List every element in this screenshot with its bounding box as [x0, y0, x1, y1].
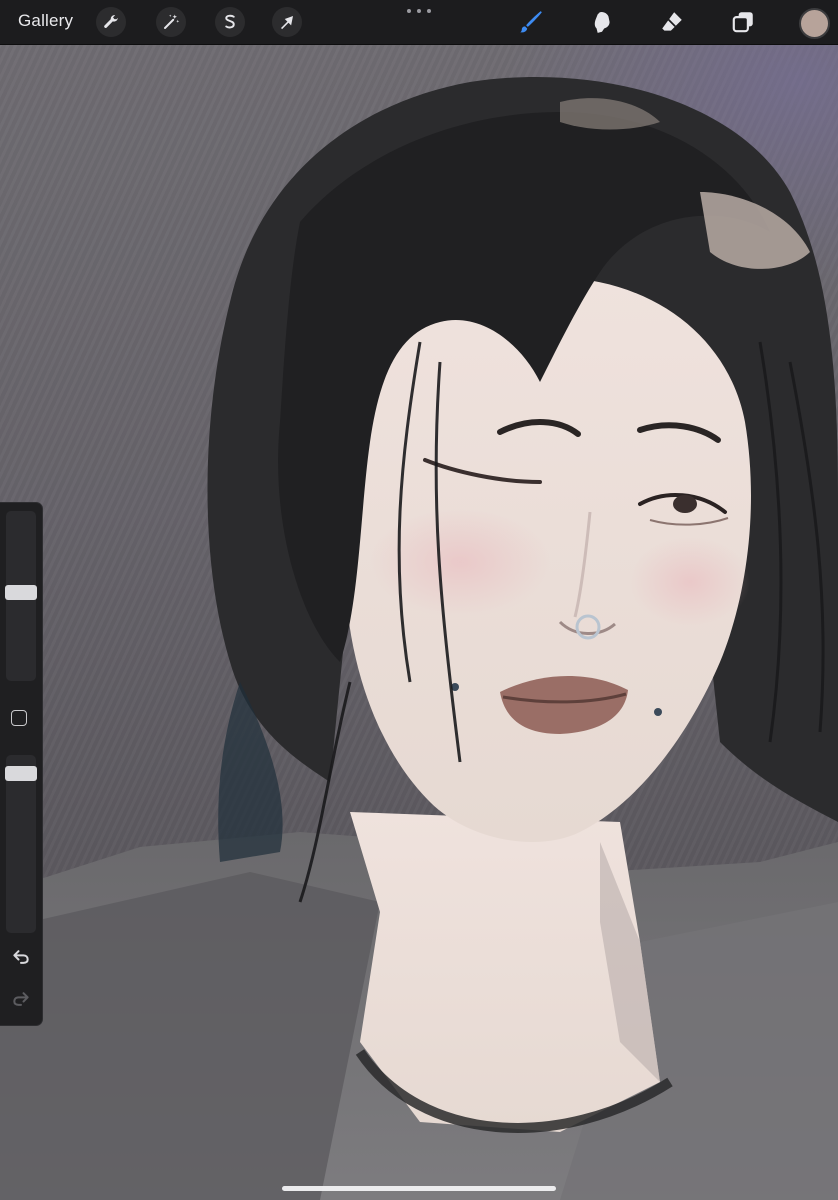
wrench-icon: [104, 15, 118, 28]
dot-icon: [407, 9, 411, 13]
drawing-canvas[interactable]: [0, 42, 838, 1200]
layers-icon: [732, 12, 753, 33]
brush-tool-button[interactable]: [516, 7, 546, 37]
left-sidebar: [0, 502, 43, 1026]
shirt-shadow: [0, 872, 380, 1200]
blush-left: [370, 507, 550, 617]
procreate-app: Gallery: [0, 0, 838, 1200]
adjustments-button[interactable]: [156, 7, 186, 37]
top-toolbar: Gallery: [0, 0, 838, 45]
redo-arrow-icon: [13, 992, 29, 1006]
selection-s-icon: [225, 14, 235, 29]
dot-icon: [417, 9, 421, 13]
undo-button[interactable]: [9, 945, 33, 969]
more-options-button[interactable]: [407, 6, 431, 16]
home-indicator[interactable]: [282, 1186, 556, 1191]
eraser-tool-button[interactable]: [657, 7, 687, 37]
blush-right: [630, 537, 750, 627]
artwork: [0, 76, 838, 1200]
brush-icon: [520, 11, 542, 33]
modify-button[interactable]: [11, 710, 27, 726]
smudge-finger-icon: [594, 11, 610, 33]
dot-icon: [427, 9, 431, 13]
arrow-cursor-icon: [281, 16, 293, 30]
gallery-button[interactable]: Gallery: [18, 11, 73, 31]
selection-button[interactable]: [215, 7, 245, 37]
actions-button[interactable]: [96, 7, 126, 37]
eraser-icon: [662, 12, 682, 31]
eye-right-iris: [673, 495, 697, 513]
smudge-tool-button[interactable]: [587, 7, 617, 37]
magic-wand-icon: [164, 14, 180, 29]
undo-arrow-icon: [13, 950, 29, 964]
brush-size-thumb[interactable]: [5, 585, 37, 601]
opacity-thumb[interactable]: [5, 766, 37, 782]
layers-button[interactable]: [728, 7, 758, 37]
piercing-right: [654, 708, 662, 716]
opacity-slider[interactable]: [6, 755, 36, 933]
color-picker-button[interactable]: [799, 8, 830, 39]
redo-button[interactable]: [9, 987, 33, 1011]
transform-button[interactable]: [272, 7, 302, 37]
